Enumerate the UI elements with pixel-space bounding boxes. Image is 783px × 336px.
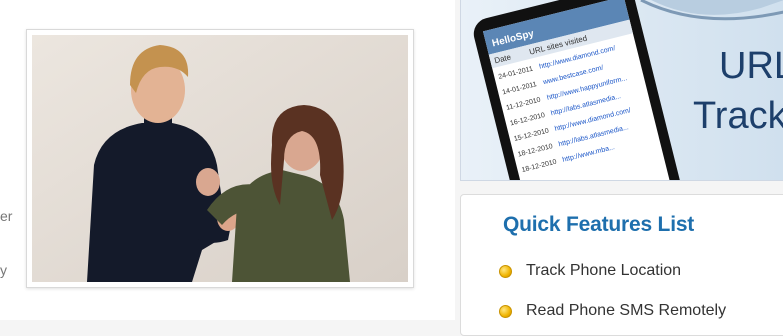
feature-label: Track Phone Location <box>526 262 682 279</box>
photo-image <box>32 35 408 282</box>
features-title: Quick Features List <box>503 213 695 236</box>
url-tracking-banner[interactable]: HelloSpy Date URL sites visited 24-01-20… <box>460 0 783 181</box>
bullet-icon <box>499 264 512 278</box>
truncated-text: y <box>0 262 7 278</box>
truncated-text: er <box>0 208 13 224</box>
banner-image: HelloSpy Date URL sites visited 24-01-20… <box>461 0 783 180</box>
feature-item-read-sms[interactable]: Read Phone SMS Remotely <box>499 301 726 321</box>
feature-item-track-location[interactable]: Track Phone Location <box>499 261 681 281</box>
quick-features-box: Quick Features List Track Phone Location… <box>460 194 783 336</box>
banner-headline-line1: URL <box>719 45 783 87</box>
left-column: er y <box>0 0 455 320</box>
article-photo <box>26 29 414 288</box>
bullet-icon <box>499 304 512 318</box>
banner-headline-line2: Track <box>693 95 783 137</box>
right-column: HelloSpy Date URL sites visited 24-01-20… <box>455 0 783 336</box>
feature-label: Read Phone SMS Remotely <box>526 302 727 319</box>
